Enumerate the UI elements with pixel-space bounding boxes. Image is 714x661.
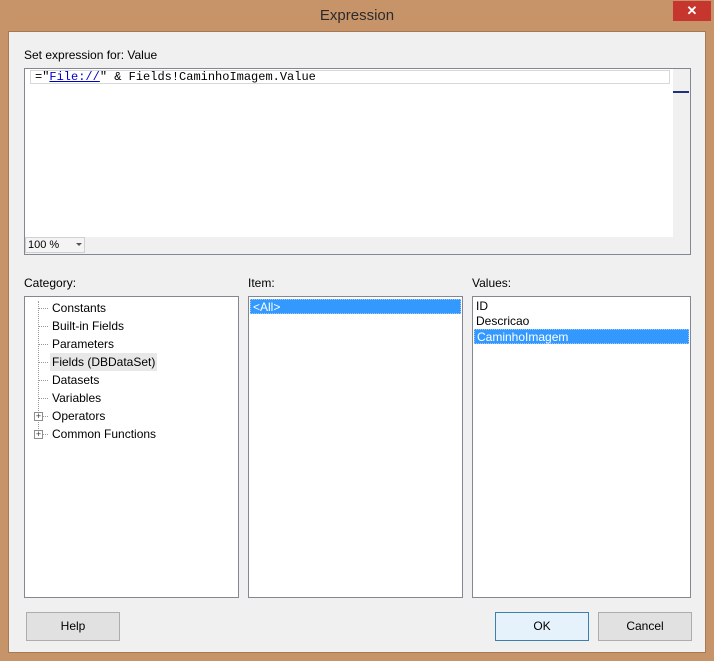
expression-link[interactable]: File:// (49, 70, 99, 84)
window-title: Expression (319, 7, 395, 24)
tree-item-label: Parameters (52, 337, 115, 351)
expression-prefix: =" (35, 70, 50, 84)
list-item[interactable]: CaminhoImagem (474, 329, 689, 344)
tree-item-label: Variables (52, 391, 102, 405)
tree-item-label: Datasets (52, 373, 100, 387)
dialog-body: Set expression for: Value ="File://" & F… (8, 31, 706, 653)
title-bar[interactable]: Expression ✕ (0, 0, 714, 31)
tree-branch (39, 317, 48, 327)
category-label: Category: (24, 276, 77, 290)
expression-dialog: Expression ✕ Set expression for: Value =… (0, 0, 714, 661)
tree-item-label: Built-in Fields (52, 319, 125, 333)
tree-item-label: Common Functions (52, 427, 157, 441)
expression-text[interactable]: ="File://" & Fields!CaminhoImagem.Value (30, 70, 670, 84)
help-button[interactable]: Help (26, 612, 120, 641)
expand-plus-icon[interactable]: + (34, 412, 43, 421)
cancel-button[interactable]: Cancel (598, 612, 692, 641)
zoom-value: 100 % (28, 239, 60, 251)
values-label: Values: (472, 276, 512, 290)
scroll-marker (673, 91, 689, 93)
expression-status-bar: 100 % (25, 237, 673, 254)
ok-button[interactable]: OK (495, 612, 589, 641)
tree-branch (39, 299, 48, 309)
chevron-down-icon (76, 243, 82, 246)
tree-branch (39, 353, 48, 363)
tree-branch (39, 389, 48, 399)
expand-plus-icon[interactable]: + (34, 430, 43, 439)
category-tree[interactable]: Constants Built-in Fields Parameters Fie… (24, 296, 239, 598)
expression-editor[interactable]: ="File://" & Fields!CaminhoImagem.Value … (24, 68, 691, 255)
expression-vertical-scrollbar[interactable] (673, 69, 690, 254)
expression-suffix: " & Fields!CaminhoImagem.Value (99, 70, 316, 84)
values-list[interactable]: ID Descricao CaminhoImagem (472, 296, 691, 598)
item-list[interactable]: <All> (248, 296, 463, 598)
zoom-dropdown[interactable]: 100 % (25, 237, 85, 253)
tree-item-label: Fields (DBDataSet) (50, 353, 158, 371)
close-button[interactable]: ✕ (673, 1, 711, 21)
list-item[interactable]: Descricao (474, 314, 689, 329)
item-label: Item: (248, 276, 275, 290)
tree-item-label: Constants (52, 301, 107, 315)
expression-label: Set expression for: Value (24, 48, 158, 62)
close-icon: ✕ (686, 3, 698, 18)
tree-branch (39, 371, 48, 381)
tree-branch (39, 335, 48, 345)
tree-item-label: Operators (52, 409, 106, 423)
list-item[interactable]: ID (474, 299, 689, 314)
list-item[interactable]: <All> (250, 299, 461, 314)
